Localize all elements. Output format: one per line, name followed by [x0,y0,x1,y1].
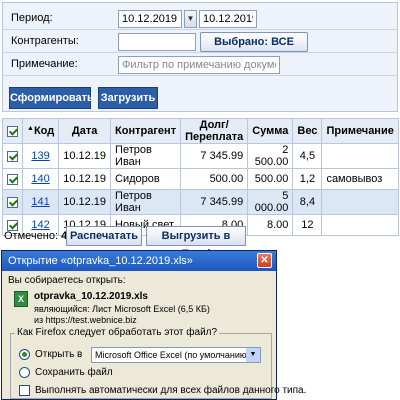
header-debt[interactable]: Долг/Переплата [180,118,249,144]
weight-cell: 8,4 [292,189,323,215]
period-row: Период: ▼ [3,7,397,30]
debt-cell: 500.00 [180,168,249,190]
debt-cell: 7 345.99 [180,143,249,169]
open-with-app: Microsoft Office Excel (по умолчанию) [95,350,250,360]
header-sum[interactable]: Сумма [247,118,294,144]
dialog-titlebar[interactable]: Открытие «otpravka_10.12.2019.xls» ✕ [2,251,276,271]
row-checkbox-cell[interactable] [2,189,23,215]
code-cell[interactable]: 139 [21,143,60,169]
bottom-bar: Отмечено: 4 Распечатать Выгрузить в Exce… [2,225,398,260]
contragent-cell: Сидоров [110,168,182,190]
excel-file-icon: X [14,291,28,307]
note-cell [321,189,399,215]
export-excel-button[interactable]: Выгрузить в Excel [146,226,246,260]
date-dropdown-button[interactable]: ▼ [184,10,197,28]
contragent-cell: Петров Иван [110,189,182,215]
sum-cell: 5 000.00 [247,189,294,215]
sort-arrow-icon: ▲ [27,125,34,132]
sum-cell: 500.00 [247,168,294,190]
dialog-file-type: являющийся: Лист Microsoft Excel (6,5 КБ… [34,304,210,314]
contragents-row: Контрагенты: Выбрано: ВСЕ [3,30,397,53]
header-date[interactable]: Дата [58,118,112,144]
select-all-checkbox[interactable] [7,125,18,137]
open-with-label[interactable]: Открыть в [35,349,82,360]
select-all-cell[interactable] [2,118,23,144]
date-cell: 10.12.19 [58,189,112,215]
row-checkbox[interactable] [7,173,18,185]
table-row[interactable]: 141 10.12.19 Петров Иван 7 345.99 5 000.… [2,189,399,215]
weight-cell: 4,5 [292,143,323,169]
load-button[interactable]: Загрузить [98,87,158,109]
auto-action-checkbox[interactable] [19,385,30,396]
note-row: Примечание: [3,53,397,76]
orders-table: ▲Код Дата Контрагент Долг/Переплата Сумм… [2,118,399,236]
code-link[interactable]: 141 [31,196,49,208]
close-icon[interactable]: ✕ [257,253,272,268]
sum-cell: 2 500.00 [247,143,294,169]
weight-cell: 1,2 [292,168,323,190]
date-to-input[interactable] [199,10,257,28]
note-cell: самовывоз [321,168,399,190]
save-file-radio[interactable] [19,367,30,378]
table-row[interactable]: 139 10.12.19 Петров Иван 7 345.99 2 500.… [2,143,399,169]
dialog-intro: Вы собираетесь открыть: [8,275,126,286]
save-file-label[interactable]: Сохранить файл [35,367,113,378]
dialog-title: Открытие «otpravka_10.12.2019.xls» [8,255,193,267]
chevron-down-icon[interactable]: ▼ [246,348,260,362]
dialog-file-name: otpravka_10.12.2019.xls [34,291,148,302]
table-header-row: ▲Код Дата Контрагент Долг/Переплата Сумм… [2,118,399,144]
action-question: Как Firefox следует обработать этот файл… [15,327,220,338]
file-open-dialog: Открытие «otpravka_10.12.2019.xls» ✕ Вы … [1,250,306,400]
debt-cell: 7 345.99 [180,189,249,215]
row-checkbox-cell[interactable] [2,143,23,169]
note-label: Примечание: [11,58,78,70]
contragents-input[interactable] [118,33,196,51]
selected-all-button[interactable]: Выбрано: ВСЕ [200,32,308,52]
code-cell[interactable]: 140 [21,168,60,190]
open-with-radio[interactable] [19,349,30,360]
code-link[interactable]: 139 [31,150,49,162]
chevron-down-icon: ▼ [186,14,195,23]
open-with-select[interactable]: Microsoft Office Excel (по умолчанию) ▼ [91,347,261,363]
row-checkbox[interactable] [7,150,18,162]
note-cell [321,143,399,169]
contragent-cell: Петров Иван [110,143,182,169]
period-label: Период: [11,12,53,24]
note-filter-input[interactable] [118,56,280,74]
dialog-file-source: из https://test.webnice.biz [34,315,137,325]
filter-form: Период: ▼ Контрагенты: Выбрано: ВСЕ Прим… [2,2,398,112]
header-contragent[interactable]: Контрагент [110,118,182,144]
form-report-button[interactable]: Сформировать [9,87,94,109]
code-cell[interactable]: 141 [21,189,60,215]
row-checkbox-cell[interactable] [2,168,23,190]
date-cell: 10.12.19 [58,168,112,190]
contragents-label: Контрагенты: [11,35,79,47]
auto-action-label[interactable]: Выполнять автоматически для всех файлов … [35,385,306,396]
dialog-body: Вы собираетесь открыть: [2,271,276,290]
header-note[interactable]: Примечание [321,118,399,144]
header-code[interactable]: ▲Код [21,118,60,144]
table-row[interactable]: 140 10.12.19 Сидоров 500.00 500.00 1,2 с… [2,168,399,190]
marked-count-label: Отмечено: 4 [4,230,68,242]
date-from-input[interactable] [118,10,182,28]
print-button[interactable]: Распечатать [66,226,142,246]
action-group: Как Firefox следует обработать этот файл… [10,327,306,399]
row-checkbox[interactable] [7,196,18,208]
header-weight[interactable]: Вес [292,118,323,144]
code-link[interactable]: 140 [31,173,49,185]
date-cell: 10.12.19 [58,143,112,169]
